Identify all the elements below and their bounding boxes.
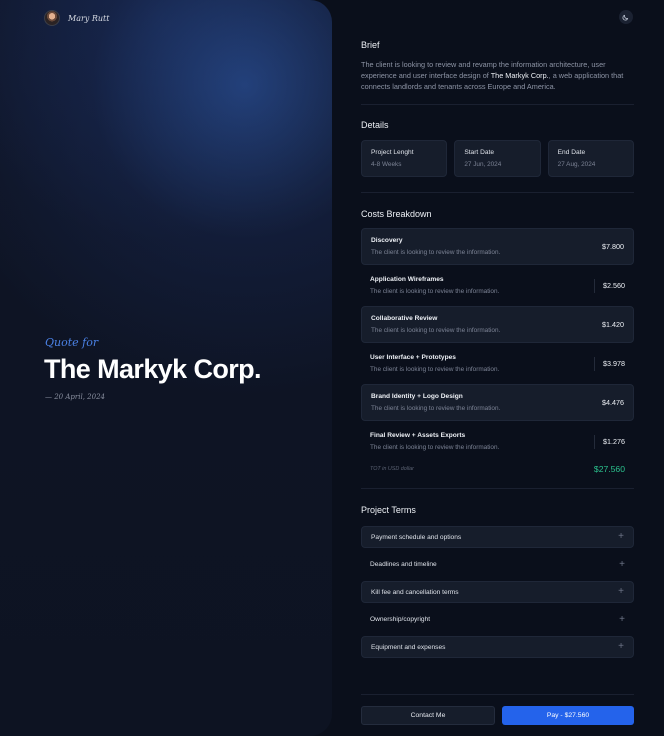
cost-item-price: $3.978: [603, 359, 625, 368]
quote-for-label: Quote for: [45, 336, 99, 349]
cost-item-name: User Interface + Prototypes: [370, 354, 456, 361]
costs-title: Costs Breakdown: [361, 209, 432, 219]
author: Mary Rutt: [44, 10, 109, 26]
cost-item-price: $4.476: [602, 398, 624, 407]
cost-list: Discovery The client is looking to review…: [361, 228, 634, 462]
term-label: Ownership/copyright: [370, 616, 431, 624]
cost-item-application-wireframes: Application Wireframes The client is look…: [361, 267, 634, 304]
details-title: Details: [361, 120, 389, 130]
total-value: $27.560: [593, 464, 625, 474]
cost-item-desc: The client is looking to review the info…: [370, 366, 500, 373]
divider: [361, 104, 634, 105]
term-deadlines[interactable]: Deadlines and timeline +: [361, 554, 634, 576]
price-separator: [594, 434, 596, 449]
term-payment-schedule[interactable]: Payment schedule and options +: [361, 526, 634, 548]
cost-item-desc: The client is looking to review the info…: [371, 249, 501, 256]
details-grid: Project Lenght 4-8 Weeks Start Date 27 J…: [361, 140, 634, 177]
detail-label: End Date: [557, 149, 586, 156]
term-label: Payment schedule and options: [371, 533, 462, 541]
cost-item-final-review-assets: Final Review + Assets Exports The client …: [361, 423, 634, 460]
cost-item-user-interface-prototypes: User Interface + Prototypes The client is…: [361, 345, 634, 382]
term-ownership[interactable]: Ownership/copyright +: [361, 609, 634, 631]
cost-item-name: Application Wireframes: [370, 276, 444, 283]
cost-item-desc: The client is looking to review the info…: [370, 288, 500, 295]
theme-toggle-button[interactable]: [619, 10, 633, 24]
cost-item-name: Collaborative Review: [371, 315, 438, 322]
plus-icon[interactable]: +: [618, 587, 624, 597]
detail-value: 27 Aug, 2024: [557, 161, 596, 168]
plus-icon[interactable]: +: [618, 532, 624, 542]
detail-card-project-length: Project Lenght 4-8 Weeks: [361, 140, 448, 177]
cost-item-desc: The client is looking to review the info…: [371, 405, 501, 412]
brief-text: The client is looking to review and reva…: [361, 59, 634, 92]
divider: [361, 192, 634, 193]
cost-item-collaborative-review: Collaborative Review The client is lookin…: [361, 306, 634, 343]
price-separator: [594, 278, 596, 293]
price-wrap: $1.276: [594, 434, 625, 449]
moon-icon: [622, 14, 629, 21]
detail-value: 27 Jun, 2024: [464, 161, 502, 168]
cost-item-price: $7.800: [602, 242, 624, 251]
divider: [361, 488, 634, 489]
price-wrap: $2.560: [594, 278, 625, 293]
cost-item-name: Final Review + Assets Exports: [370, 432, 466, 439]
hero-panel: Mary Rutt Quote for The Markyk Corp. — 2…: [0, 0, 332, 736]
brief-title: Brief: [361, 40, 380, 50]
cost-total-row: TOT in USD dollar $27.560: [361, 462, 634, 476]
cost-item-name: Brand Identity + Logo Design: [371, 393, 463, 400]
price-wrap: $1.420: [602, 320, 624, 329]
actions: Contact Me Pay - $27.560: [361, 706, 634, 725]
plus-icon[interactable]: +: [619, 614, 625, 625]
pay-button[interactable]: Pay - $27.560: [502, 706, 634, 725]
price-separator: [594, 356, 596, 371]
brief-client-highlight: The Markyk Corp.: [490, 71, 549, 80]
price-wrap: $7.800: [602, 242, 624, 251]
quote-date: — 20 April, 2024: [45, 393, 105, 401]
detail-value: 4-8 Weeks: [371, 161, 402, 168]
cost-item-price: $2.560: [603, 281, 625, 290]
cost-item-price: $1.420: [602, 320, 624, 329]
price-wrap: $3.978: [594, 356, 625, 371]
cost-item-desc: The client is looking to review the info…: [371, 327, 501, 334]
detail-card-start-date: Start Date 27 Jun, 2024: [454, 140, 541, 177]
price-wrap: $4.476: [602, 398, 624, 407]
detail-label: Project Lenght: [371, 149, 414, 156]
avatar: [44, 10, 60, 26]
term-kill-fee[interactable]: Kill fee and cancellation terms +: [361, 581, 634, 604]
brief-section: Brief The client is looking to review an…: [361, 40, 634, 92]
contact-me-button[interactable]: Contact Me: [361, 706, 495, 725]
author-name: Mary Rutt: [68, 13, 110, 23]
cost-item-brand-identity-logo: Brand Identity + Logo Design The client i…: [361, 384, 634, 421]
divider: [361, 694, 634, 695]
cost-item-price: $1.276: [603, 437, 625, 446]
client-name: The Markyk Corp.: [44, 354, 262, 384]
term-label: Deadlines and timeline: [370, 561, 437, 569]
term-label: Equipment and expenses: [371, 643, 446, 651]
detail-label: Start Date: [464, 149, 495, 156]
term-equipment[interactable]: Equipment and expenses +: [361, 636, 634, 659]
plus-icon[interactable]: +: [619, 559, 625, 570]
term-label: Kill fee and cancellation terms: [371, 588, 459, 596]
cost-item-desc: The client is looking to review the info…: [370, 444, 500, 451]
total-label: TOT in USD dollar: [370, 466, 414, 472]
terms-title: Project Terms: [361, 505, 416, 515]
plus-icon[interactable]: +: [618, 642, 624, 652]
cost-item-name: Discovery: [371, 237, 403, 244]
terms-list: Payment schedule and options + Deadlines…: [361, 526, 634, 664]
detail-card-end-date: End Date 27 Aug, 2024: [547, 140, 634, 177]
cost-item-discovery: Discovery The client is looking to review…: [361, 228, 634, 265]
